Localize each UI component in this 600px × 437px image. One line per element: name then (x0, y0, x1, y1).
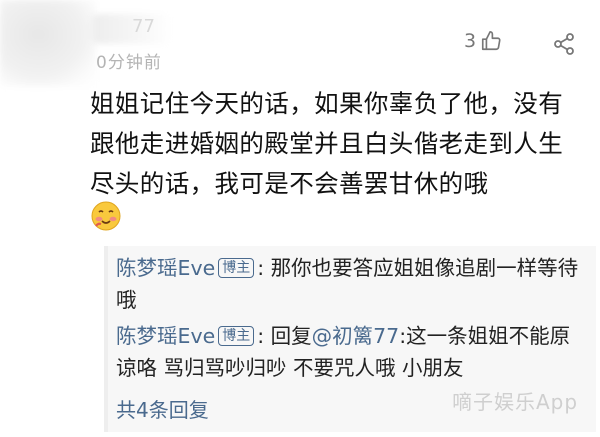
like-button[interactable]: 3 (464, 30, 502, 52)
reply-author[interactable]: 陈梦瑶Eve (116, 256, 215, 280)
share-button[interactable] (552, 32, 576, 60)
reply-separator: : (257, 324, 271, 348)
replies-divider (104, 246, 108, 432)
username[interactable]: 77 (132, 16, 155, 37)
reply-item[interactable]: 陈梦瑶Eve 博主: 那你也要答应姐姐像追剧一样等待哦 (116, 252, 586, 316)
blogger-badge: 博主 (218, 326, 255, 346)
avatar[interactable] (0, 0, 96, 86)
reply-prefix: 回复 (270, 324, 312, 348)
blogger-badge: 博主 (218, 258, 255, 278)
thumbs-up-icon (482, 31, 501, 51)
reply-mention[interactable]: @初篱77 (312, 324, 400, 348)
more-replies-link[interactable]: 共4条回复 (116, 394, 209, 423)
comment-timestamp: 0分钟前 (96, 53, 162, 73)
like-count: 3 (464, 30, 477, 52)
reply-item[interactable]: 陈梦瑶Eve 博主: 回复@初篱77:这一条姐姐不能原谅咯 骂归骂吵归吵 不要咒人… (116, 320, 586, 384)
comment-text: 姐姐记住今天的话，如果你辜负了他，没有跟他走进婚姻的殿堂并且白头偕老走到人生尽头… (90, 89, 564, 198)
share-icon (554, 33, 574, 55)
reply-separator: : (257, 256, 271, 280)
watermark: 嘀子娱乐App (452, 390, 579, 414)
blushing-emoji-icon (90, 200, 122, 232)
reply-author[interactable]: 陈梦瑶Eve (116, 324, 215, 348)
